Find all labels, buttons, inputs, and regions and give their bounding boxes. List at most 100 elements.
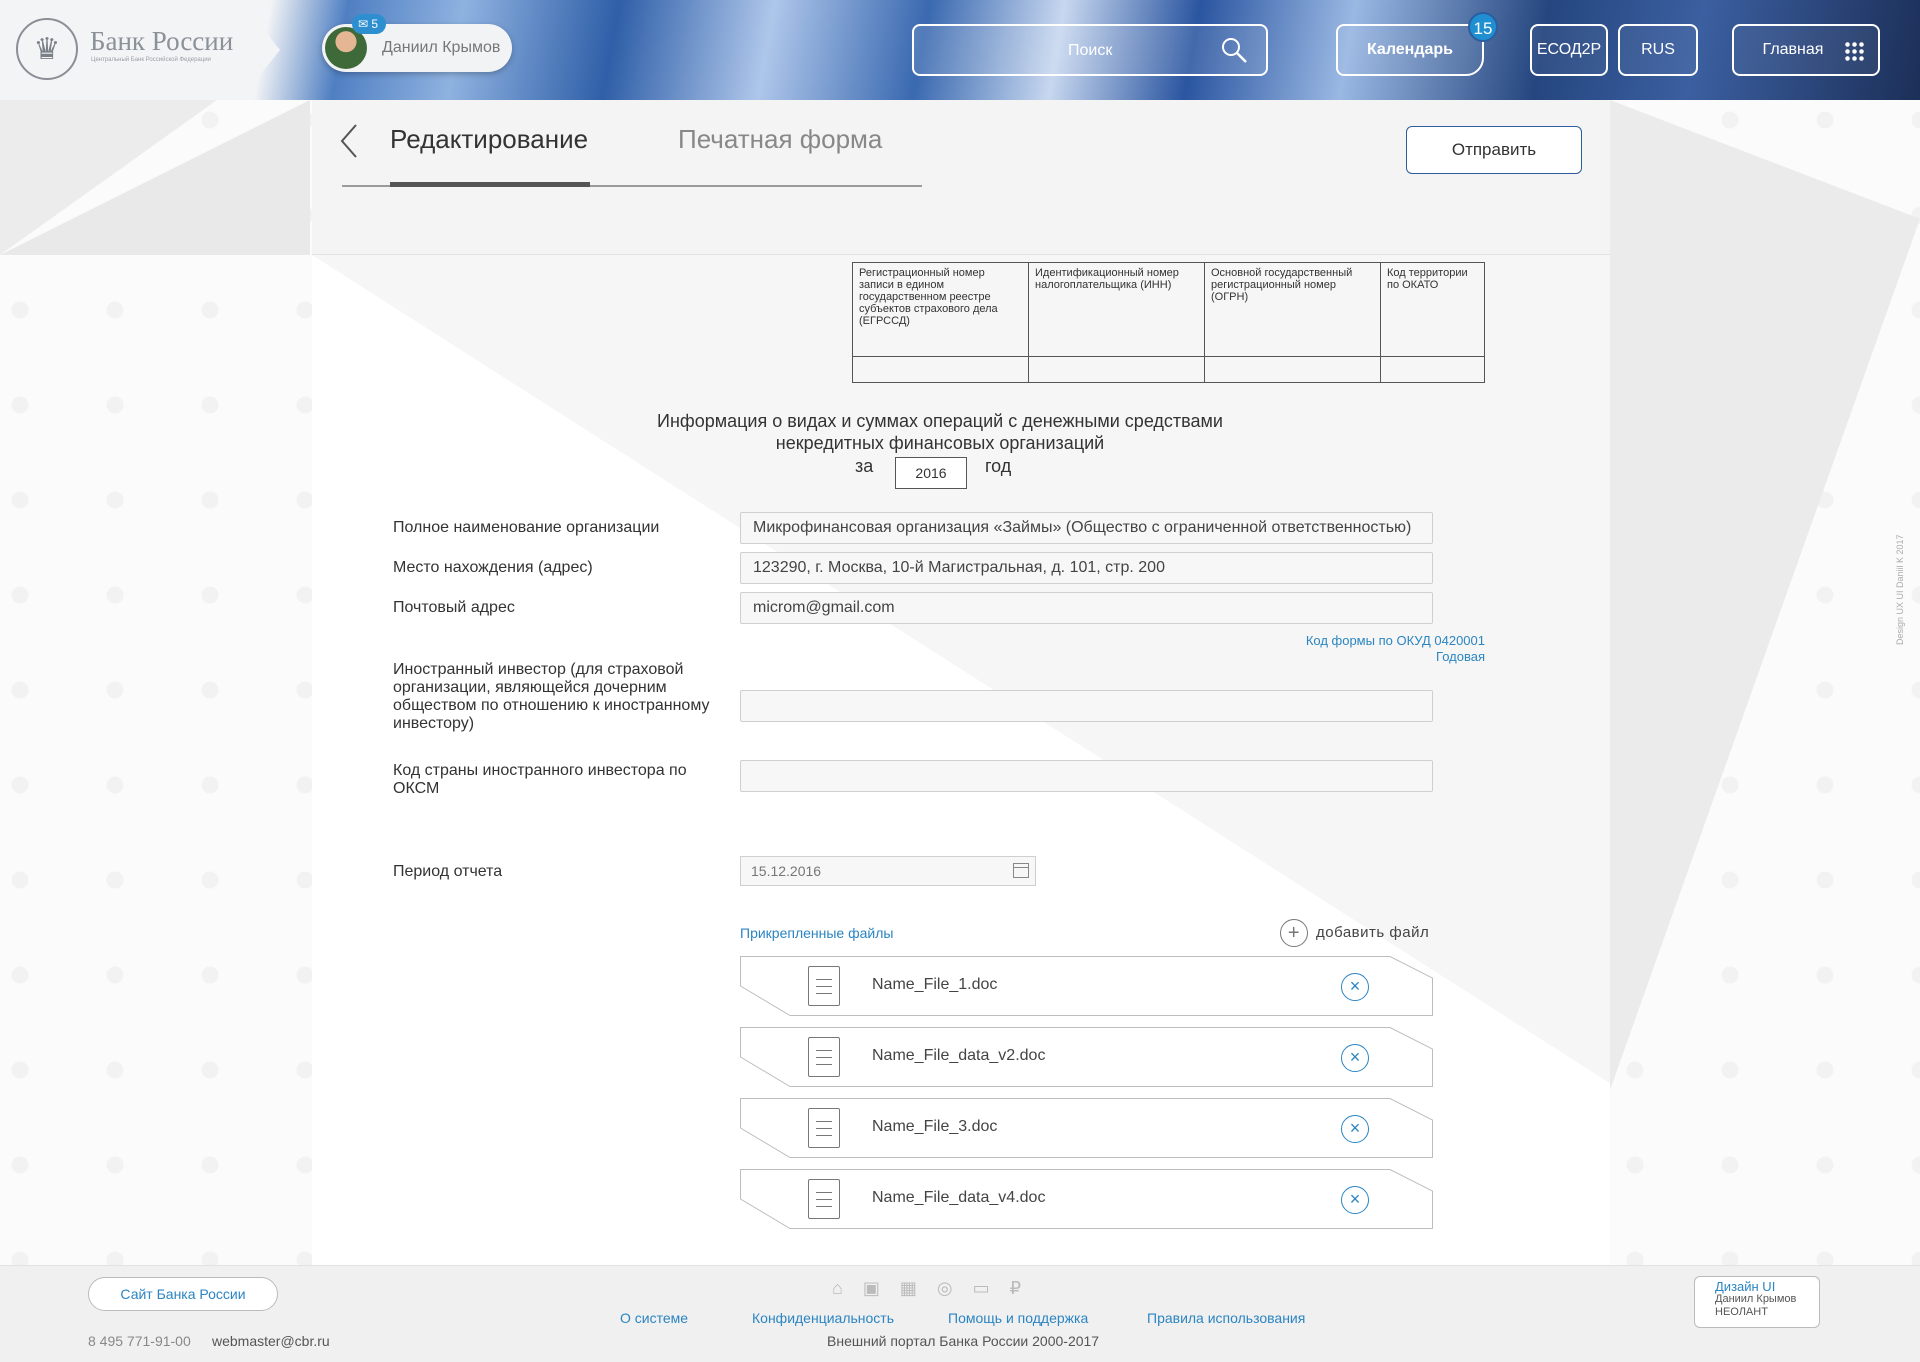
period-label: Период отчета xyxy=(393,863,503,880)
table-header-cell: Регистрационный номер записи в едином го… xyxy=(852,262,1029,357)
language-button[interactable]: RUS xyxy=(1618,24,1698,76)
design-credit-box[interactable]: Дизайн UI Даниил Крымов НЕОЛАНТ xyxy=(1694,1276,1820,1328)
country-code-field[interactable] xyxy=(740,760,1433,792)
okud-line1: Код формы по ОКУД 0420001 xyxy=(1305,633,1485,648)
plus-icon: + xyxy=(1280,919,1308,947)
inn-cell[interactable] xyxy=(1028,356,1205,383)
wallet-icon: ▣ xyxy=(862,1278,900,1298)
messages-count: 5 xyxy=(371,17,379,31)
org-name-field[interactable]: Микрофинансовая организация «Займы» (Общ… xyxy=(740,512,1433,544)
grid-menu-icon xyxy=(1844,41,1864,61)
file-item[interactable]: Name_File_data_v4.doc × xyxy=(740,1169,1433,1229)
period-date-value: 15.12.2016 xyxy=(751,863,822,879)
file-card-frame xyxy=(740,1169,1433,1229)
remove-file-icon[interactable]: × xyxy=(1341,973,1369,1001)
remove-file-icon[interactable]: × xyxy=(1341,1115,1369,1143)
file-name: Name_File_data_v4.doc xyxy=(872,1189,1046,1206)
eagle-emblem-icon: ♛ xyxy=(16,18,78,80)
bank-site-button[interactable]: Сайт Банка России xyxy=(88,1277,278,1311)
design-credit: Design UX UI Daniil K 2017 xyxy=(1895,534,1905,645)
calendar-button[interactable]: Календарь xyxy=(1336,24,1484,76)
footer-phone: 8 495 771-91-00 xyxy=(88,1333,191,1349)
remove-file-icon[interactable]: × xyxy=(1341,1044,1369,1072)
table-header-cell: Код территории по ОКАТО xyxy=(1380,262,1485,357)
file-card-frame xyxy=(740,956,1433,1016)
design-company: НЕОЛАНТ xyxy=(1715,1306,1768,1318)
year-field[interactable]: 2016 xyxy=(895,457,967,489)
document-icon xyxy=(808,1179,840,1219)
design-author: Даниил Крымов xyxy=(1715,1293,1797,1305)
coins-icon: ◎ xyxy=(936,1278,973,1298)
back-arrow-icon[interactable] xyxy=(338,122,360,160)
org-name-label: Полное наименование организации xyxy=(393,519,660,536)
okud-code: Код формы по ОКУД 0420001 Годовая xyxy=(1185,633,1485,665)
period-date-field[interactable]: 15.12.2016 xyxy=(740,856,1036,886)
okud-line2: Годовая xyxy=(1436,649,1485,664)
file-item[interactable]: Name_File_3.doc × xyxy=(740,1098,1433,1158)
egrssd-cell[interactable] xyxy=(852,356,1029,383)
foreign-investor-label: Иностранный инвестор (для страховой орга… xyxy=(393,661,710,732)
file-item[interactable]: Name_File_1.doc × xyxy=(740,956,1433,1016)
file-item[interactable]: Name_File_data_v2.doc × xyxy=(740,1027,1433,1087)
card-icon: ▭ xyxy=(972,1278,1010,1298)
file-card-frame xyxy=(740,1027,1433,1087)
chat-icon: ✉ xyxy=(358,17,372,31)
tab-edit[interactable]: Редактирование xyxy=(390,124,588,155)
main-menu-label: Главная xyxy=(1762,41,1824,58)
messages-badge[interactable]: ✉ 5 xyxy=(352,14,387,34)
document-icon xyxy=(808,966,840,1006)
user-name: Даниил Крымов xyxy=(382,39,501,56)
search-icon[interactable] xyxy=(1220,36,1248,64)
footer-link-about[interactable]: О системе xyxy=(620,1310,688,1326)
form-title-line2: некредитных финансовых организаций xyxy=(775,433,1105,453)
remove-file-icon[interactable]: × xyxy=(1341,1186,1369,1214)
main-menu-button[interactable]: Главная xyxy=(1732,24,1880,76)
calendar-icon[interactable] xyxy=(1013,863,1029,878)
design-title: Дизайн UI xyxy=(1715,1279,1776,1294)
foreign-investor-field[interactable] xyxy=(740,690,1433,722)
postal-label: Почтовый адрес xyxy=(393,599,515,616)
footer-link-help[interactable]: Помощь и поддержка xyxy=(948,1310,1088,1326)
search-input[interactable]: Поиск xyxy=(912,24,1268,76)
table-header-cell: Основной государственный регистрационный… xyxy=(1204,262,1381,357)
address-field[interactable]: 123290, г. Москва, 10-й Магистральная, д… xyxy=(740,552,1433,584)
footer-email[interactable]: webmaster@cbr.ru xyxy=(212,1333,330,1349)
file-name: Name_File_data_v2.doc xyxy=(872,1047,1046,1064)
form-title-line1: Информация о видах и суммах операций с д… xyxy=(657,411,1223,431)
postal-field[interactable]: microm@gmail.com xyxy=(740,592,1433,624)
document-icon xyxy=(808,1108,840,1148)
user-profile[interactable]: ✉ 5 Даниил Крымов xyxy=(322,14,512,72)
ogrn-cell[interactable] xyxy=(1204,356,1381,383)
file-name: Name_File_1.doc xyxy=(872,976,998,993)
esod-button[interactable]: ЕСОД2Р xyxy=(1530,24,1608,76)
document-icon xyxy=(808,1037,840,1077)
registration-table: Регистрационный номер записи в едином го… xyxy=(852,262,1485,383)
bank-building-icon: ⌂ xyxy=(832,1278,863,1298)
search-placeholder: Поиск xyxy=(1068,42,1113,59)
footer-link-privacy[interactable]: Конфиденциальность xyxy=(752,1310,894,1326)
add-file-button[interactable]: + добавить файл xyxy=(1280,919,1429,947)
country-code-label: Код страны иностранного инвестора по ОКС… xyxy=(393,762,687,797)
logo-title: Банк России xyxy=(90,26,234,56)
tab-print-form[interactable]: Печатная форма xyxy=(678,124,882,155)
address-label: Место нахождения (адрес) xyxy=(393,559,593,576)
footer-copyright: Внешний портал Банка России 2000-2017 xyxy=(827,1333,1100,1349)
footer: Сайт Банка России 8 495 771-91-00 webmas… xyxy=(0,1265,1920,1362)
ruble-icon: ₽ xyxy=(1009,1278,1042,1298)
form-title: Информация о видах и суммах операций с д… xyxy=(560,410,1320,454)
table-header-cell: Идентификационный номер налогоплательщик… xyxy=(1028,262,1205,357)
bricks-icon: ▦ xyxy=(899,1278,937,1298)
calendar-count-badge: 15 xyxy=(1468,12,1498,42)
year-suffix: год xyxy=(985,456,1012,476)
okato-cell[interactable] xyxy=(1380,356,1485,383)
file-card-frame xyxy=(740,1098,1433,1158)
card-header: Редактирование Печатная форма Отправить xyxy=(312,100,1610,255)
year-prefix: за xyxy=(855,456,874,476)
add-file-label: добавить файл xyxy=(1316,923,1430,941)
logo[interactable]: ♛ Банк России Центральный Банк Российско… xyxy=(0,0,280,100)
send-button[interactable]: Отправить xyxy=(1406,126,1582,174)
file-name: Name_File_3.doc xyxy=(872,1118,998,1135)
top-header: ♛ Банк России Центральный Банк Российско… xyxy=(0,0,1920,100)
footer-link-terms[interactable]: Правила использования xyxy=(1147,1310,1305,1326)
footer-icons-row: ⌂▣▦◎▭₽ xyxy=(832,1278,1041,1299)
